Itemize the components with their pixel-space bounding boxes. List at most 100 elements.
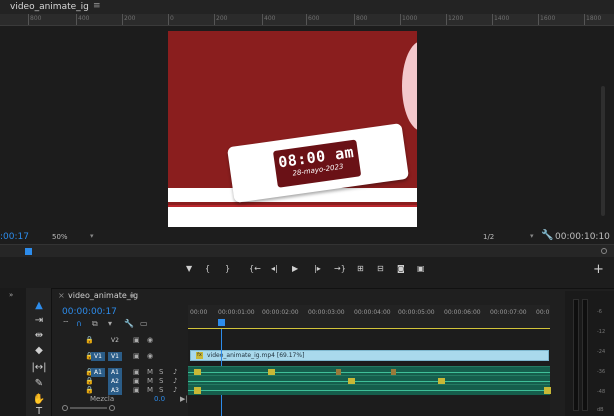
monitor-title[interactable]: video_animate_ig (10, 2, 89, 12)
track-target[interactable]: A1 (108, 368, 122, 377)
timeline-ruler-label: 00:00:03:00 (308, 309, 345, 316)
mic-icon[interactable]: ♪ (173, 386, 177, 394)
chevron-down-icon[interactable]: ▾ (530, 232, 534, 240)
transport-bar: + ▼ {} {← ◂| ▶ |▸ →} ⊞ ⊟ ◙ ▣ (0, 262, 614, 280)
add-marker-button[interactable]: ▼ (186, 264, 192, 273)
snap-icon[interactable]: ⌔ (62, 319, 70, 329)
monitor-time-bar[interactable] (0, 244, 614, 257)
project-panel-collapsed: » (0, 288, 26, 416)
sequence-name[interactable]: video_animate_ig (68, 291, 138, 300)
mix-value[interactable]: 0.0 (154, 395, 165, 403)
timeline-playhead-head[interactable] (218, 319, 225, 326)
ruler-label: 1200 (448, 15, 464, 22)
zoom-select[interactable]: 50% (52, 233, 68, 241)
lift-button[interactable]: ⊞ (357, 264, 364, 273)
razor-tool[interactable]: ◆ (29, 345, 49, 359)
track-scrollbar[interactable] (62, 405, 115, 411)
ruler-label: 1400 (494, 15, 510, 22)
waveform (188, 390, 550, 391)
film-icon[interactable]: ▣ (133, 336, 140, 344)
source-patch[interactable]: A1 (91, 368, 105, 377)
mark-in-button[interactable]: { (205, 264, 210, 273)
marker-icon[interactable]: ▾ (108, 319, 112, 328)
program-monitor-viewer: 08:00 am 28-mayo-2023 (0, 26, 614, 230)
source-patch[interactable]: V1 (91, 352, 105, 361)
white-band-bottom (168, 205, 417, 227)
meter-scale-label: -6 (597, 309, 602, 315)
mute-button[interactable]: M (147, 377, 153, 385)
mic-icon[interactable]: ♪ (173, 368, 177, 376)
audio-meters: -6 -12 -24 -36 -48 dB (565, 291, 614, 416)
mark-out-button[interactable]: } (225, 264, 230, 273)
go-to-in-button[interactable]: {← (249, 264, 261, 273)
ruler-tick (122, 14, 123, 25)
sequence-menu-icon[interactable]: ≡ (129, 291, 136, 300)
add-button[interactable]: + (593, 262, 604, 277)
linked-selection-icon[interactable]: ⧉ (92, 319, 98, 329)
viewer-scrollbar[interactable] (601, 86, 605, 216)
film-icon[interactable]: ▣ (133, 368, 140, 376)
ripple-edit-tool[interactable]: ⇹ (29, 330, 49, 344)
extract-button[interactable]: ⊟ (377, 264, 384, 273)
source-patch[interactable] (91, 336, 105, 345)
source-patch[interactable] (91, 377, 105, 386)
meter-left (573, 299, 579, 411)
step-back-button[interactable]: ◂| (271, 264, 278, 273)
track-target[interactable]: A3 (108, 386, 122, 395)
track-target[interactable]: V1 (108, 352, 122, 361)
meter-scale-label: -24 (597, 349, 606, 355)
sequence-timecode[interactable]: 00:00:00:17 (62, 307, 117, 317)
timeline-ruler-label: 00:00:07:00 (490, 309, 527, 316)
timeline-ruler[interactable]: 00:00 00:00:01:00 00:00:02:00 00:00:03:00 00… (188, 305, 550, 329)
film-icon[interactable]: ▣ (133, 377, 140, 385)
panel-chevron[interactable]: » (9, 291, 13, 299)
film-icon[interactable]: ▣ (133, 386, 140, 394)
fx-badge (194, 387, 201, 394)
monitor-menu-icon[interactable]: ≡ (93, 1, 101, 11)
go-to-end-icon[interactable]: ▶| (180, 395, 188, 403)
captions-icon[interactable]: ▭ (140, 319, 148, 328)
source-patch[interactable] (91, 386, 105, 395)
go-to-out-button[interactable]: →} (334, 264, 346, 273)
comparison-view-button[interactable]: ▣ (417, 264, 425, 273)
wrench-icon[interactable]: 🔧 (124, 319, 134, 328)
export-frame-button[interactable]: ◙ (397, 264, 405, 273)
ruler-tick (584, 14, 585, 25)
playhead-timecode[interactable]: :00:17 (0, 232, 29, 242)
type-tool[interactable]: T (29, 406, 49, 416)
solo-button[interactable]: S (159, 368, 163, 376)
mute-button[interactable]: M (147, 386, 153, 394)
solo-button[interactable]: S (159, 386, 163, 394)
chevron-down-icon[interactable]: ▾ (90, 232, 94, 240)
meter-right (582, 299, 588, 411)
eye-icon[interactable]: ◉ (147, 336, 153, 344)
scroll-handle[interactable] (109, 405, 115, 411)
meter-scale-label: -12 (597, 329, 606, 335)
pen-tool[interactable]: ✎ (29, 378, 49, 392)
audio-clip[interactable] (188, 384, 551, 395)
step-forward-button[interactable]: |▸ (314, 264, 321, 273)
slip-tool[interactable]: |↔| (29, 362, 49, 376)
timeline-ruler-label: 00:00 (190, 309, 208, 316)
magnet-icon[interactable]: ∩ (76, 319, 82, 328)
wrench-icon[interactable]: 🔧 (541, 230, 553, 241)
eye-icon[interactable]: ◉ (147, 352, 153, 360)
solo-button[interactable]: S (159, 377, 163, 385)
video-frame: 08:00 am 28-mayo-2023 (168, 31, 417, 227)
selection-tool[interactable]: ▲ (29, 300, 49, 314)
close-icon[interactable]: × (58, 291, 65, 300)
track-select-tool[interactable]: ⇥ (29, 315, 49, 329)
resolution-select[interactable]: 1/2 (483, 233, 494, 241)
monitor-playhead[interactable] (25, 248, 32, 255)
film-icon[interactable]: ▣ (133, 352, 140, 360)
mic-icon[interactable]: ♪ (173, 377, 177, 385)
scroll-track[interactable] (70, 407, 107, 409)
zoom-handle[interactable] (601, 248, 607, 254)
scroll-handle[interactable] (62, 405, 68, 411)
track-target[interactable]: A2 (108, 377, 122, 386)
track-target[interactable]: V2 (108, 336, 122, 345)
video-clip[interactable]: fx video_animate_ig.mp4 [69.17%] (190, 350, 549, 361)
monitor-controls: :00:17 50% ▾ 1/2 ▾ 🔧 00:00:10:10 (0, 230, 614, 244)
mute-button[interactable]: M (147, 368, 153, 376)
play-button[interactable]: ▶ (292, 264, 298, 273)
